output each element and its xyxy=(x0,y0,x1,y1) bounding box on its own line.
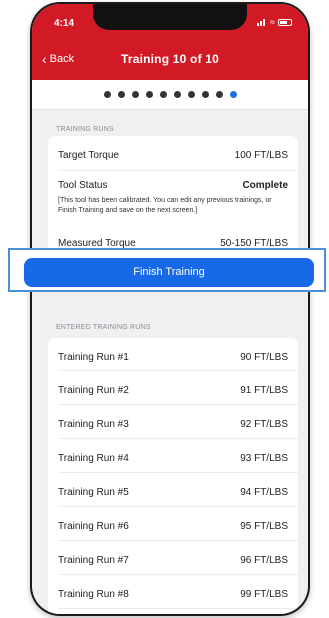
target-torque-row: Target Torque 100 FT/LBS xyxy=(58,150,288,161)
training-run-value: 96 FT/LBS xyxy=(240,555,288,566)
step-dot-current xyxy=(229,91,237,98)
step-dot xyxy=(215,91,223,98)
app-screen: 4:14 ≈ ‹ Back Training 10 of 10 TRAINING… xyxy=(32,4,308,614)
divider xyxy=(58,574,298,575)
step-dot xyxy=(103,91,111,98)
training-run-value: 92 FT/LBS xyxy=(240,419,288,430)
divider xyxy=(58,438,298,439)
training-run-row[interactable]: Training Run #2 91 FT/LBS xyxy=(58,385,288,396)
tool-status-label: Tool Status xyxy=(58,180,108,191)
signal-icon xyxy=(257,19,267,26)
training-run-label: Training Run #2 xyxy=(58,385,129,396)
divider xyxy=(58,472,298,473)
training-run-row[interactable]: Training Run #3 92 FT/LBS xyxy=(58,419,288,430)
divider xyxy=(58,170,298,171)
training-run-value: 99 FT/LBS xyxy=(240,589,288,600)
tool-status-value: Complete xyxy=(242,180,288,191)
step-dot xyxy=(159,91,167,98)
step-dot xyxy=(131,91,139,98)
divider xyxy=(58,540,298,541)
status-time: 4:14 xyxy=(54,18,75,29)
finish-training-highlight: Finish Training xyxy=(8,248,326,292)
training-run-row[interactable]: Training Run #4 93 FT/LBS xyxy=(58,453,288,464)
battery-icon xyxy=(278,19,292,26)
finish-training-button[interactable]: Finish Training xyxy=(24,258,314,287)
training-summary-card: Target Torque 100 FT/LBS Tool Status Com… xyxy=(48,136,298,256)
training-run-label: Training Run #6 xyxy=(58,521,129,532)
training-run-label: Training Run #8 xyxy=(58,589,129,600)
step-indicator xyxy=(32,80,308,110)
target-torque-label: Target Torque xyxy=(58,150,119,161)
phone-frame: 4:14 ≈ ‹ Back Training 10 of 10 TRAINING… xyxy=(30,2,310,616)
training-run-value: 90 FT/LBS xyxy=(240,352,288,363)
wifi-icon: ≈ xyxy=(270,17,275,27)
step-dot xyxy=(201,91,209,98)
training-run-row[interactable]: Training Run #1 90 FT/LBS xyxy=(58,352,288,363)
training-run-row[interactable]: Training Run #5 94 FT/LBS xyxy=(58,487,288,498)
training-run-label: Training Run #1 xyxy=(58,352,129,363)
step-dot xyxy=(187,91,195,98)
training-run-label: Training Run #4 xyxy=(58,453,129,464)
training-run-label: Training Run #7 xyxy=(58,555,129,566)
training-run-value: 94 FT/LBS xyxy=(240,487,288,498)
step-dot xyxy=(173,91,181,98)
training-run-value: 95 FT/LBS xyxy=(240,521,288,532)
training-run-label: Training Run #5 xyxy=(58,487,129,498)
target-torque-value: 100 FT/LBS xyxy=(234,150,288,161)
training-run-label: Training Run #3 xyxy=(58,419,129,430)
training-run-value: 93 FT/LBS xyxy=(240,453,288,464)
divider xyxy=(58,506,298,507)
tool-status-row: Tool Status Complete xyxy=(58,180,288,191)
divider xyxy=(58,370,298,371)
training-run-row[interactable]: Training Run #8 99 FT/LBS xyxy=(58,589,288,600)
training-run-row[interactable]: Training Run #7 96 FT/LBS xyxy=(58,555,288,566)
status-icons: ≈ xyxy=(257,18,292,27)
training-run-value: 91 FT/LBS xyxy=(240,385,288,396)
entered-runs-section-label: ENTERED TRAINING RUNS xyxy=(56,324,151,331)
step-dot xyxy=(117,91,125,98)
tool-status-note: [This tool has been calibrated. You can … xyxy=(58,197,272,214)
step-dot xyxy=(145,91,153,98)
page-title: Training 10 of 10 xyxy=(120,52,220,66)
training-run-row[interactable]: Training Run #6 95 FT/LBS xyxy=(58,521,288,532)
device-notch xyxy=(93,4,247,30)
divider xyxy=(58,608,298,609)
header-bar: 4:14 ≈ ‹ Back Training 10 of 10 xyxy=(32,4,308,80)
divider xyxy=(58,404,298,405)
training-runs-section-label: TRAINING RUNS xyxy=(56,126,114,133)
entered-runs-card: Training Run #1 90 FT/LBS Training Run #… xyxy=(48,338,298,614)
